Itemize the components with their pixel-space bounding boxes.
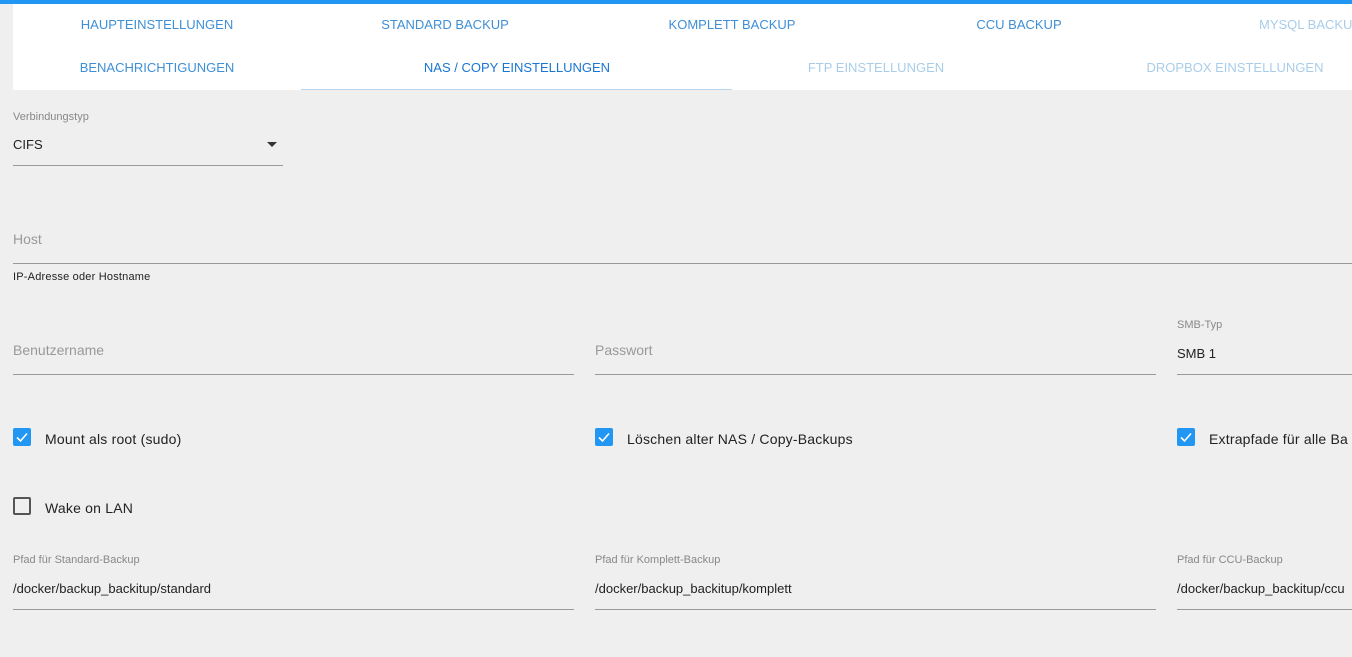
extra-paths-label: Extrapfade für alle Ba [1209,431,1349,447]
tab-ftp-einstellungen[interactable]: FTP EINSTELLUNGEN [752,58,1000,78]
mount-root-checkbox[interactable] [13,428,31,446]
delete-old-backups-label: Löschen alter NAS / Copy-Backups [627,431,853,447]
komplett-path-underline [595,609,1156,610]
check-icon [1180,432,1192,443]
smb-type-underline [1177,374,1352,375]
tab-benachrichtigungen[interactable]: BENACHRICHTIGUNGEN [33,58,281,78]
password-input[interactable]: Passwort [595,342,653,358]
host-underline [13,263,1352,264]
connection-type-label: Verbindungstyp [13,111,89,123]
edge-fragment [0,433,3,443]
tab-komplett-backup[interactable]: KOMPLETT BACKUP [608,15,856,35]
mount-root-label: Mount als root (sudo) [45,431,182,447]
ccu-path-underline [1177,609,1352,610]
check-icon [16,432,28,443]
connection-type-underline [13,165,283,166]
wake-on-lan-checkbox[interactable] [13,497,31,515]
tab-standard-backup[interactable]: STANDARD BACKUP [321,15,569,35]
extra-paths-checkbox[interactable] [1177,428,1195,446]
host-helper-text: IP-Adresse oder Hostname [13,271,151,283]
wake-on-lan-label: Wake on LAN [45,500,134,516]
connection-type-value: CIFS [13,137,43,152]
ccu-path-label: Pfad für CCU-Backup [1177,554,1283,566]
smb-type-label: SMB-Typ [1177,319,1223,331]
tab-nas-copy-einstellungen[interactable]: NAS / COPY EINSTELLUNGEN [393,58,641,78]
active-tab-indicator [301,89,732,90]
komplett-path-label: Pfad für Komplett-Backup [595,554,721,566]
tab-haupteinstellungen[interactable]: HAUPTEINSTELLUNGEN [33,15,281,35]
check-icon [598,432,610,443]
ccu-path-input[interactable]: /docker/backup_backitup/ccu [1177,581,1345,596]
tab-ccu-backup[interactable]: CCU BACKUP [895,15,1143,35]
host-input[interactable]: Host [13,231,42,247]
password-underline [595,374,1156,375]
edge-fragment [0,583,3,593]
ccu-path-field[interactable]: Pfad für CCU-Backup /docker/backup_backi… [1177,550,1352,612]
tab-mysql-backup[interactable]: MYSQL BACKUP [1259,15,1352,35]
username-input[interactable]: Benutzername [13,342,104,358]
standard-path-input[interactable]: /docker/backup_backitup/standard [13,581,211,596]
standard-path-label: Pfad für Standard-Backup [13,554,140,566]
username-underline [13,374,574,375]
smb-type-value: SMB 1 [1177,346,1217,361]
settings-tabs: HAUPTEINSTELLUNGEN STANDARD BACKUP KOMPL… [13,4,1352,90]
tab-dropbox-einstellungen[interactable]: DROPBOX EINSTELLUNGEN [1111,58,1352,78]
chevron-down-icon[interactable] [267,142,277,147]
left-strip [0,4,13,90]
delete-old-backups-checkbox[interactable] [595,428,613,446]
komplett-path-input[interactable]: /docker/backup_backitup/komplett [595,581,792,596]
standard-path-underline [13,609,574,610]
